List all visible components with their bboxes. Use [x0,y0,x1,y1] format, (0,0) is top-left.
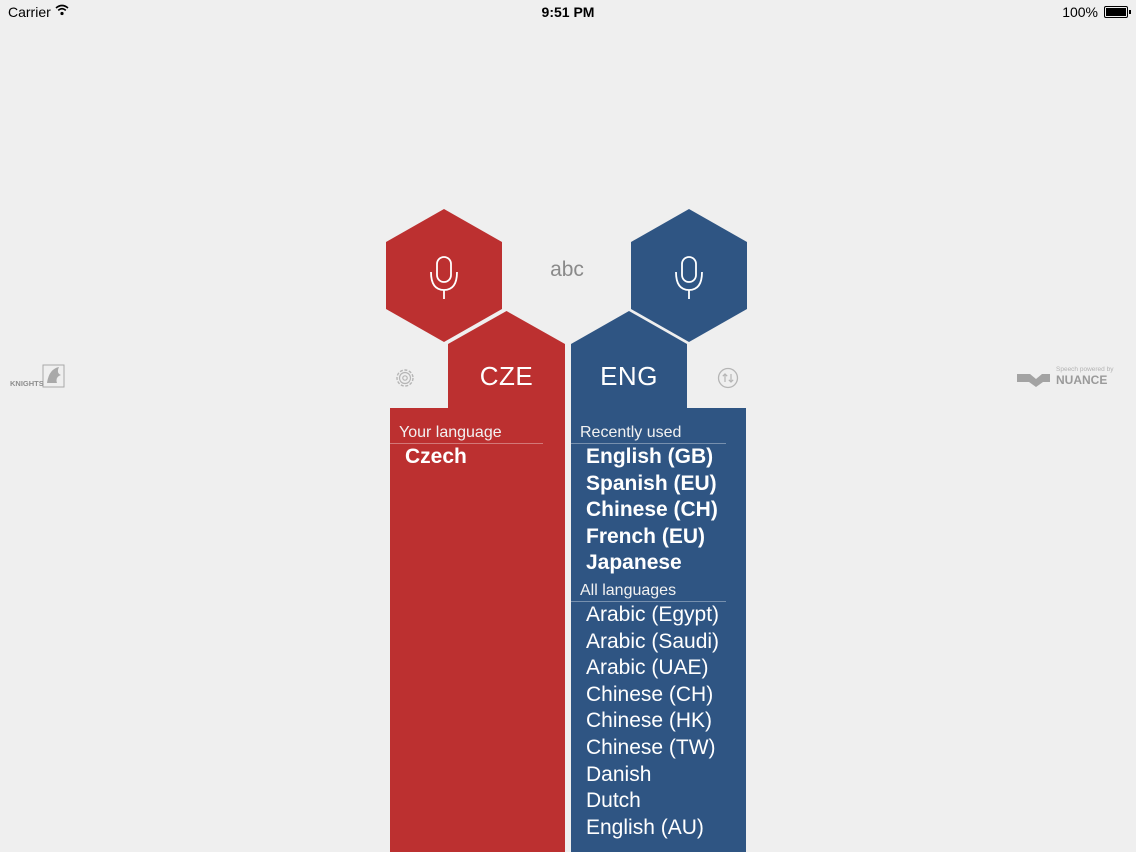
list-item[interactable]: French (EU) [586,524,746,551]
list-item[interactable]: Arabic (Saudi) [586,629,746,656]
target-language-code: ENG [600,361,658,391]
knights-logo-icon: KNIGHTS [9,361,67,391]
knights-logo-text: KNIGHTS [10,379,44,388]
list-item[interactable]: Chinese (CH) [586,682,746,709]
all-languages-header: All languages [571,577,726,602]
list-item[interactable]: Chinese (HK) [586,708,746,735]
status-bar: Carrier 9:51 PM 100% [0,0,1136,24]
list-item[interactable]: Spanish (EU) [586,471,746,498]
gear-icon[interactable] [394,367,416,394]
battery-percent: 100% [1062,4,1098,20]
list-item[interactable]: English (GB) [586,444,746,471]
swap-arrows-icon[interactable] [717,367,739,394]
target-language-panel: Recently used English (GB) Spanish (EU) … [571,408,746,852]
list-item[interactable]: Chinese (TW) [586,735,746,762]
list-item[interactable]: Arabic (UAE) [586,655,746,682]
recent-language-list: English (GB) Spanish (EU) Chinese (CH) F… [571,444,746,577]
your-language-header: Your language [390,408,543,444]
text-mode-button[interactable]: abc [530,258,604,282]
all-language-list: Arabic (Egypt) Arabic (Saudi) Arabic (UA… [571,602,746,841]
source-language-list: Czech [390,444,565,471]
clock: 9:51 PM [541,4,595,20]
source-language-tab[interactable]: CZE [448,311,565,409]
nuance-logo-icon: Speech powered by NUANCE [1016,362,1120,392]
list-item[interactable]: Danish [586,762,746,789]
battery-icon [1104,6,1131,18]
recently-used-header: Recently used [571,408,726,444]
list-item[interactable]: English (AU) [586,815,746,842]
source-language-code: CZE [479,361,534,391]
list-item[interactable]: Japanese [586,550,746,577]
list-item[interactable]: Chinese (CH) [586,497,746,524]
list-item[interactable]: Czech [405,444,565,471]
list-item[interactable]: Arabic (Egypt) [586,602,746,629]
target-language-tab[interactable]: ENG [571,311,687,409]
source-language-panel: Your language Czech [390,408,565,852]
nuance-logo-name: NUANCE [1056,373,1107,387]
nuance-logo-caption: Speech powered by [1056,366,1114,373]
list-item[interactable]: Dutch [586,788,746,815]
